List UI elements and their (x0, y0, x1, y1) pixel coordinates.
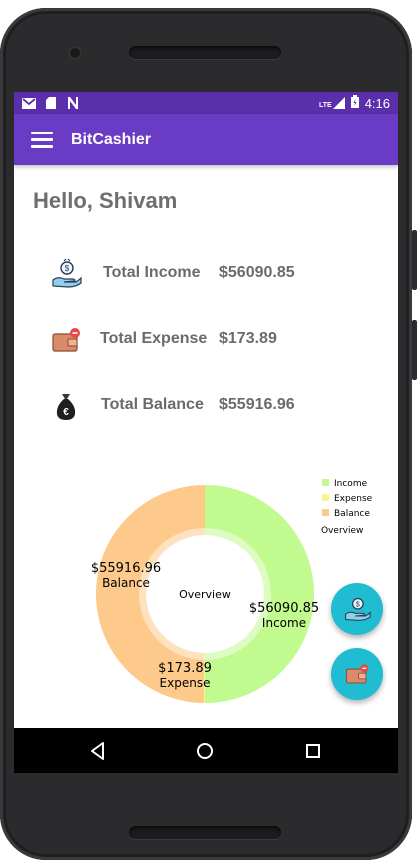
balance-label: Total Balance (101, 396, 204, 413)
clock: 4:16 (364, 95, 390, 111)
svg-text:€: € (63, 407, 69, 418)
chart-center-label: Overview (179, 588, 231, 601)
power-button (412, 320, 417, 380)
legend-caption: Overview (321, 526, 363, 536)
income-value: $56090.85 (219, 264, 295, 281)
expense-row: Total Expense $173.89 (14, 320, 398, 360)
earpiece-speaker (129, 46, 281, 59)
battery-icon (350, 95, 359, 111)
legend-label-balance: Balance (334, 509, 370, 519)
wallet-icon (345, 664, 369, 684)
money-hand-icon: $ (345, 597, 371, 621)
slice-value-label-expense: $173.89 (158, 661, 212, 676)
bottom-speaker (129, 826, 281, 839)
app-bar: BitCashier (14, 114, 398, 165)
system-nav-bar (14, 728, 398, 773)
slice-value-label-balance: $55916.96 (91, 561, 161, 576)
n-notification-icon (66, 97, 80, 109)
gmail-icon (22, 97, 36, 109)
screen: LTE 4:16 BitCashier Hello, Shivam $ Tota (14, 92, 398, 773)
balance-value: $55916.96 (219, 396, 295, 413)
slice-inner-ring-expense (204, 652, 205, 660)
front-camera (70, 48, 80, 58)
network-type: LTE (318, 102, 332, 109)
back-icon[interactable] (85, 738, 111, 764)
add-income-fab[interactable]: $ (331, 583, 383, 635)
app-title: BitCashier (71, 130, 152, 148)
money-bag-icon: € (50, 390, 82, 422)
greeting: Hello, Shivam (33, 188, 178, 213)
income-row: $ Total Income $56090.85 (14, 254, 398, 294)
recents-icon[interactable] (300, 738, 326, 764)
expense-label: Total Expense (100, 330, 208, 347)
hamburger-menu-icon[interactable] (31, 131, 53, 148)
income-label: Total Income (103, 264, 201, 281)
legend-swatch-balance (322, 509, 329, 516)
slice-name-label-income: Income (262, 616, 306, 630)
slice-value-label-income: $56090.85 (249, 601, 319, 616)
legend-swatch-income (322, 479, 329, 486)
svg-text:$: $ (65, 264, 70, 273)
legend-label-expense: Expense (334, 494, 373, 504)
legend-label-income: Income (334, 479, 368, 489)
legend-swatch-expense (322, 494, 329, 501)
money-hand-icon: $ (50, 258, 82, 290)
status-bar: LTE 4:16 (14, 92, 398, 114)
slice-name-label-expense: Expense (160, 676, 211, 690)
slice-name-label-balance: Balance (102, 576, 150, 590)
volume-button (412, 230, 417, 290)
add-expense-fab[interactable] (331, 648, 383, 700)
home-icon[interactable] (192, 738, 218, 764)
svg-text:$: $ (356, 601, 360, 608)
lte-signal-icon: LTE (319, 97, 345, 109)
sd-card-icon (44, 97, 58, 109)
balance-row: € Total Balance $55916.96 (14, 386, 398, 426)
wallet-icon (50, 324, 82, 356)
expense-value: $173.89 (219, 330, 277, 347)
